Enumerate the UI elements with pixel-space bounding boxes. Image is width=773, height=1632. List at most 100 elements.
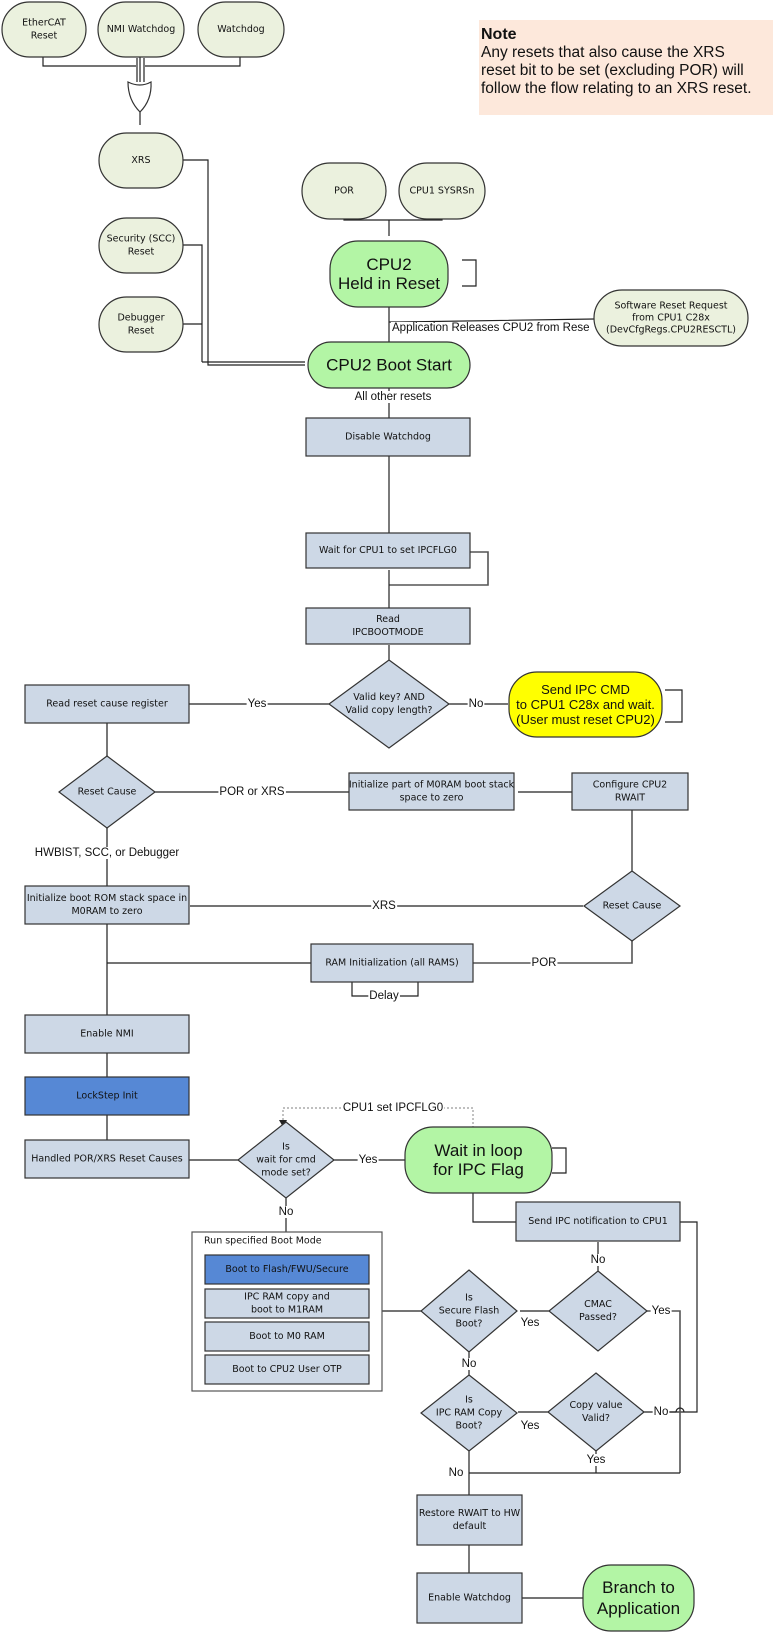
node-handled-por-xrs: Handled POR/XRS Reset Causes <box>24 1139 190 1179</box>
node-lockstep-init-text: LockStep Init <box>76 1091 138 1102</box>
node-software-reset-request-text: Software Reset Request <box>614 301 727 312</box>
connector <box>182 159 305 366</box>
node-wait-for-cpu1: Wait for CPU1 to set IPCFLG0 <box>305 532 471 569</box>
label-no-copy: No <box>654 1406 669 1418</box>
node-send-ipc-cmd-text: (User must reset CPU2) <box>516 712 655 727</box>
node-nmi-watchdog: NMI Watchdog <box>97 1 185 58</box>
node-xrs: XRS <box>98 132 184 189</box>
node-ethercat-reset-text: Reset <box>31 31 58 42</box>
node-read-reset-cause: Read reset cause register <box>24 684 190 724</box>
node-wait-for-cmd-decision-text: Is <box>282 1142 290 1153</box>
node-read-ipcbootmode-text: IPCBOOTMODE <box>352 627 423 638</box>
node-nmi-watchdog-text: NMI Watchdog <box>107 24 176 35</box>
node-restore-rwait-text: Restore RWAIT to HW <box>419 1508 521 1519</box>
node-send-ipc-cmd-text: to CPU1 C28x and wait. <box>516 697 655 712</box>
node-ipc-ram-copy-boot-text: boot to M1RAM <box>251 1305 323 1316</box>
node-debugger-reset-text: Debugger <box>117 313 164 324</box>
node-valid-key-decision-text: Valid copy length? <box>346 705 433 716</box>
node-xrs-text: XRS <box>131 155 150 166</box>
node-copy-value-decision-text: Copy value <box>569 1400 622 1411</box>
node-wait-for-cmd-decision: Is wait for cmd mode set? <box>237 1121 335 1199</box>
node-configure-cpu2-rwait: Configure CPU2 RWAIT <box>571 772 689 811</box>
label-xrs: XRS <box>372 900 396 912</box>
node-reset-cause-decision: Reset Cause <box>58 755 156 829</box>
node-debugger-reset: Debugger Reset <box>98 296 184 353</box>
node-boot-to-cpu2-otp: Boot to CPU2 User OTP <box>204 1354 370 1385</box>
label-yes-wait: Yes <box>359 1154 378 1166</box>
node-copy-value-decision-shape <box>547 1372 645 1452</box>
node-init-boot-rom-stack-text: Initialize boot ROM stack space in <box>27 893 187 904</box>
node-lockstep-init: LockStep Init <box>24 1076 190 1116</box>
node-cpu2-held-in-reset-text: CPU2 <box>366 255 411 274</box>
node-debugger-reset-shape <box>98 296 184 353</box>
node-init-boot-rom-stack-text: M0RAM to zero <box>71 906 142 917</box>
connector <box>472 1192 516 1223</box>
node-watchdog-text: Watchdog <box>217 24 264 35</box>
label-application-releases: Application Releases CPU2 from Rese <box>392 322 590 334</box>
node-por-text: POR <box>334 186 354 197</box>
node-configure-cpu2-rwait-text: Configure CPU2 <box>593 780 667 791</box>
node-enable-watchdog: Enable Watchdog <box>416 1572 523 1624</box>
label-por: POR <box>532 957 557 969</box>
node-security-scc-reset-text: Reset <box>128 247 155 258</box>
node-boot-to-cpu2-otp-text: Boot to CPU2 User OTP <box>232 1364 342 1375</box>
node-secure-flash-decision: Is Secure Flash Boot? <box>420 1269 518 1353</box>
node-debugger-reset-text: Reset <box>128 326 155 337</box>
node-secure-flash-decision-text: Boot? <box>456 1319 483 1330</box>
label-all-other-resets: All other resets <box>355 391 432 403</box>
node-cpu2-held-in-reset: CPU2Held in Reset <box>329 240 449 308</box>
node-enable-nmi-text: Enable NMI <box>80 1029 133 1040</box>
connector <box>182 244 203 362</box>
node-reset-cause-decision-text: Reset Cause <box>78 787 137 798</box>
nodes: EtherCAT Reset NMI Watchdog Watchdog XRS Secu… <box>1 1 749 1632</box>
node-restore-rwait-shape <box>416 1494 523 1546</box>
node-boot-to-flash-text: Boot to Flash/FWU/Secure <box>225 1264 348 1275</box>
connector <box>647 1310 681 1473</box>
node-restore-rwait-text: default <box>453 1521 487 1532</box>
label-no-ipc: No <box>449 1467 464 1479</box>
node-security-scc-reset-shape <box>98 217 184 274</box>
node-send-ipc-notification: Send IPC notification to CPU1 <box>515 1201 681 1242</box>
node-secure-flash-decision-text: Secure Flash <box>439 1306 500 1317</box>
label-yes: Yes <box>248 698 267 710</box>
node-configure-cpu2-rwait-text: RWAIT <box>615 793 645 804</box>
or-gate-icon <box>127 81 152 113</box>
node-cpu1-sysrsn: CPU1 SYSRSn <box>398 162 486 220</box>
label-no-cmac: No <box>591 1254 606 1266</box>
node-security-scc-reset-text: Security (SCC) <box>107 234 176 245</box>
node-wait-in-loop-text: Wait in loop <box>434 1141 522 1160</box>
node-send-ipc-notification-text: Send IPC notification to CPU1 <box>528 1216 668 1227</box>
node-branch-to-application: Branch to Application <box>582 1564 695 1632</box>
label-no-wait: No <box>279 1206 294 1218</box>
label-delay: Delay <box>369 990 399 1002</box>
node-cpu2-held-in-reset-text: Held in Reset <box>338 274 440 293</box>
node-send-ipc-cmd: Send IPC CMDto CPU1 C28x and wait.(User … <box>508 671 663 738</box>
node-read-reset-cause-text: Read reset cause register <box>46 699 168 710</box>
node-handled-por-xrs-text: Handled POR/XRS Reset Causes <box>31 1154 183 1165</box>
node-cmac-decision-text: Passed? <box>579 1312 617 1323</box>
node-enable-watchdog-text: Enable Watchdog <box>428 1593 511 1604</box>
node-software-reset-request: Software Reset Requestfrom CPU1 C28x(Dev… <box>593 289 749 347</box>
node-copy-value-decision-text: Valid? <box>582 1413 610 1424</box>
node-secure-flash-decision-text: Is <box>465 1293 473 1304</box>
node-enable-nmi: Enable NMI <box>24 1014 190 1054</box>
node-security-scc-reset: Security (SCC) Reset <box>98 217 184 274</box>
node-read-ipcbootmode-text: Read <box>376 614 400 625</box>
node-ipc-ram-copy-decision-text: IPC RAM Copy <box>436 1408 503 1419</box>
flowchart: EtherCAT Reset NMI Watchdog Watchdog XRS Secu… <box>1 1 749 1632</box>
connector <box>462 259 477 287</box>
node-watchdog: Watchdog <box>197 1 285 58</box>
node-valid-key-decision-shape <box>327 659 451 749</box>
node-branch-to-application-shape <box>582 1564 695 1632</box>
node-valid-key-decision: Valid key? AND Valid copy length? <box>327 659 451 749</box>
node-reset-cause-decision-2: Reset Cause <box>582 870 682 942</box>
node-cpu2-boot-start: CPU2 Boot Start <box>307 341 471 389</box>
node-disable-watchdog-text: Disable Watchdog <box>345 432 431 443</box>
connector <box>665 689 683 723</box>
node-valid-key-decision-text: Valid key? AND <box>353 692 425 703</box>
node-init-part-m0ram-text: space to zero <box>400 793 464 804</box>
node-ipc-ram-copy-decision: Is IPC RAM Copy Boot? <box>420 1374 518 1452</box>
label-no: No <box>469 698 484 710</box>
node-cpu2-boot-start-text: CPU2 Boot Start <box>326 356 452 375</box>
connector <box>552 1147 567 1174</box>
